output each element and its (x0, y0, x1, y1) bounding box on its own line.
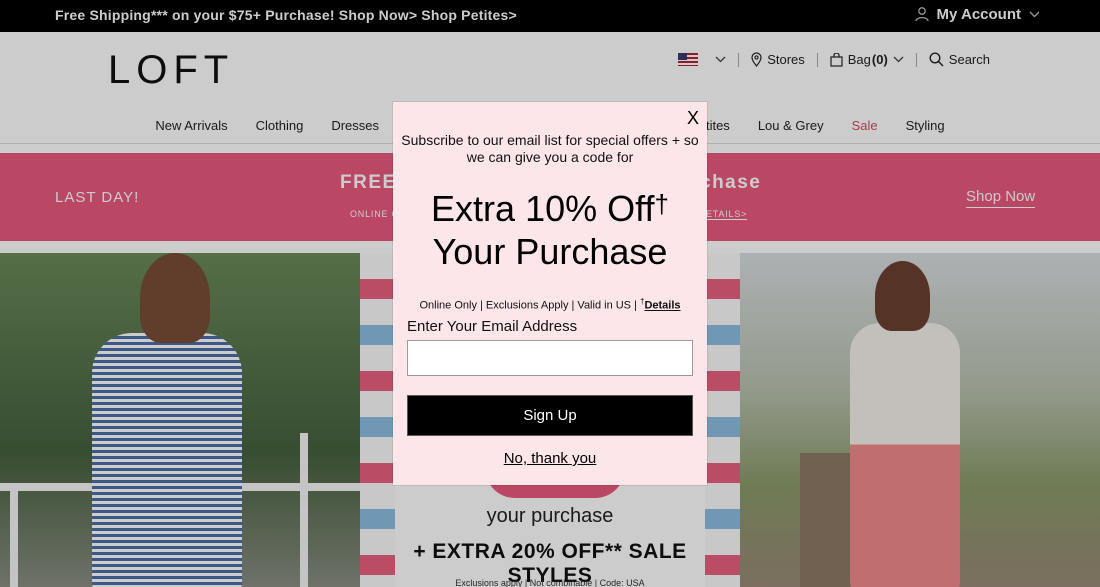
email-input[interactable] (407, 340, 693, 376)
email-signup-modal: X Subscribe to our email list for specia… (393, 102, 707, 485)
terms-text: Online Only | Exclusions Apply | Valid i… (419, 299, 640, 312)
modal-intro-text: Subscribe to our email list for special … (401, 132, 699, 165)
email-label: Enter Your Email Address (407, 318, 578, 335)
dagger-mark: † (654, 189, 669, 219)
offer-line-2: Your Purchase (432, 231, 668, 272)
sign-up-button[interactable]: Sign Up (407, 395, 693, 436)
details-link[interactable]: Details (644, 300, 680, 312)
offer-terms: Online Only | Exclusions Apply | Valid i… (393, 297, 707, 312)
offer-headline: Extra 10% Off† Your Purchase (393, 187, 707, 273)
no-thank-you-link[interactable]: No, thank you (393, 450, 707, 467)
offer-line-1: Extra 10% Off (431, 188, 655, 229)
close-button[interactable]: X (687, 108, 699, 129)
